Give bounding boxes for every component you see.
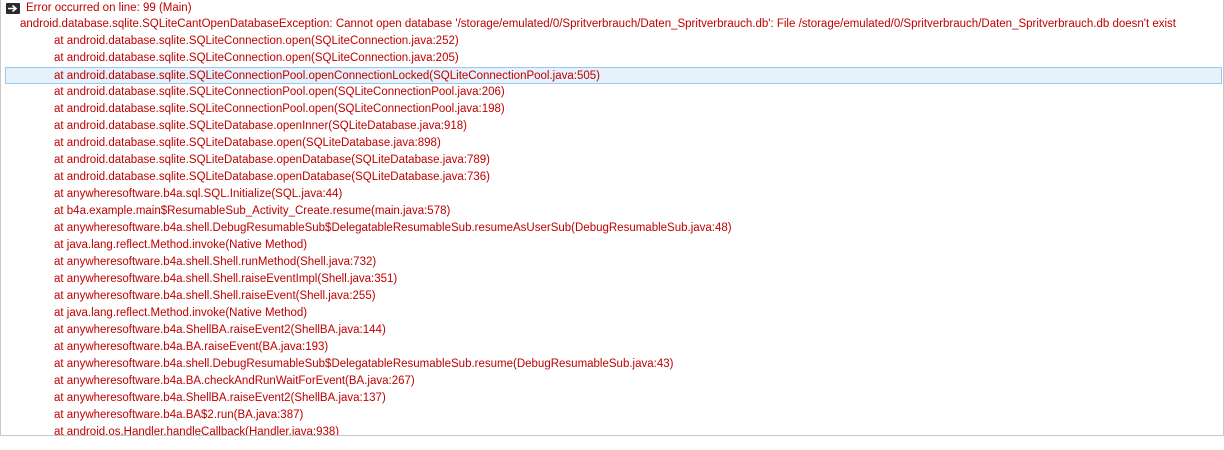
stack-frame[interactable]: at anywheresoftware.b4a.ShellBA.raiseEve…	[1, 322, 1223, 339]
error-log-panel[interactable]: Error occurred on line: 99 (Main) androi…	[0, 0, 1224, 436]
bottom-strip	[0, 436, 1224, 450]
error-header-text: Error occurred on line: 99 (Main)	[26, 2, 192, 14]
stack-frame[interactable]: at anywheresoftware.b4a.shell.Shell.runM…	[1, 254, 1223, 271]
stack-frame[interactable]: at anywheresoftware.b4a.shell.DebugResum…	[1, 220, 1223, 237]
stack-frame[interactable]: at b4a.example.main$ResumableSub_Activit…	[1, 203, 1223, 220]
stack-frame[interactable]: at android.database.sqlite.SQLiteDatabas…	[1, 169, 1223, 186]
error-header: Error occurred on line: 99 (Main)	[1, 0, 1223, 16]
stack-frame[interactable]: at anywheresoftware.b4a.ShellBA.raiseEve…	[1, 390, 1223, 407]
stack-frame[interactable]: at anywheresoftware.b4a.shell.Shell.rais…	[1, 271, 1223, 288]
exception-message[interactable]: android.database.sqlite.SQLiteCantOpenDa…	[1, 16, 1223, 33]
arrow-right-icon	[6, 2, 20, 14]
stack-frame[interactable]: at anywheresoftware.b4a.BA.checkAndRunWa…	[1, 373, 1223, 390]
stack-frame[interactable]: at android.database.sqlite.SQLiteDatabas…	[1, 152, 1223, 169]
stack-frame-selected[interactable]: at android.database.sqlite.SQLiteConnect…	[5, 67, 1222, 84]
stack-frame[interactable]: at java.lang.reflect.Method.invoke(Nativ…	[1, 237, 1223, 254]
stack-frame[interactable]: at anywheresoftware.b4a.shell.DebugResum…	[1, 356, 1223, 373]
stack-frame[interactable]: at android.database.sqlite.SQLiteDatabas…	[1, 118, 1223, 135]
stack-frame[interactable]: at android.database.sqlite.SQLiteConnect…	[1, 84, 1223, 101]
stack-frame[interactable]: at anywheresoftware.b4a.BA$2.run(BA.java…	[1, 407, 1223, 424]
stack-frame[interactable]: at android.database.sqlite.SQLiteDatabas…	[1, 135, 1223, 152]
stack-frame[interactable]: at android.database.sqlite.SQLiteConnect…	[1, 101, 1223, 118]
stack-trace: at android.database.sqlite.SQLiteConnect…	[1, 33, 1223, 435]
stack-frame[interactable]: at android.database.sqlite.SQLiteConnect…	[1, 50, 1223, 67]
stack-frame[interactable]: at android.os.Handler.handleCallback(Han…	[1, 424, 1223, 435]
stack-frame[interactable]: at anywheresoftware.b4a.BA.raiseEvent(BA…	[1, 339, 1223, 356]
stack-frame[interactable]: at anywheresoftware.b4a.shell.Shell.rais…	[1, 288, 1223, 305]
stack-frame[interactable]: at anywheresoftware.b4a.sql.SQL.Initiali…	[1, 186, 1223, 203]
stack-frame[interactable]: at android.database.sqlite.SQLiteConnect…	[1, 33, 1223, 50]
stack-frame[interactable]: at java.lang.reflect.Method.invoke(Nativ…	[1, 305, 1223, 322]
